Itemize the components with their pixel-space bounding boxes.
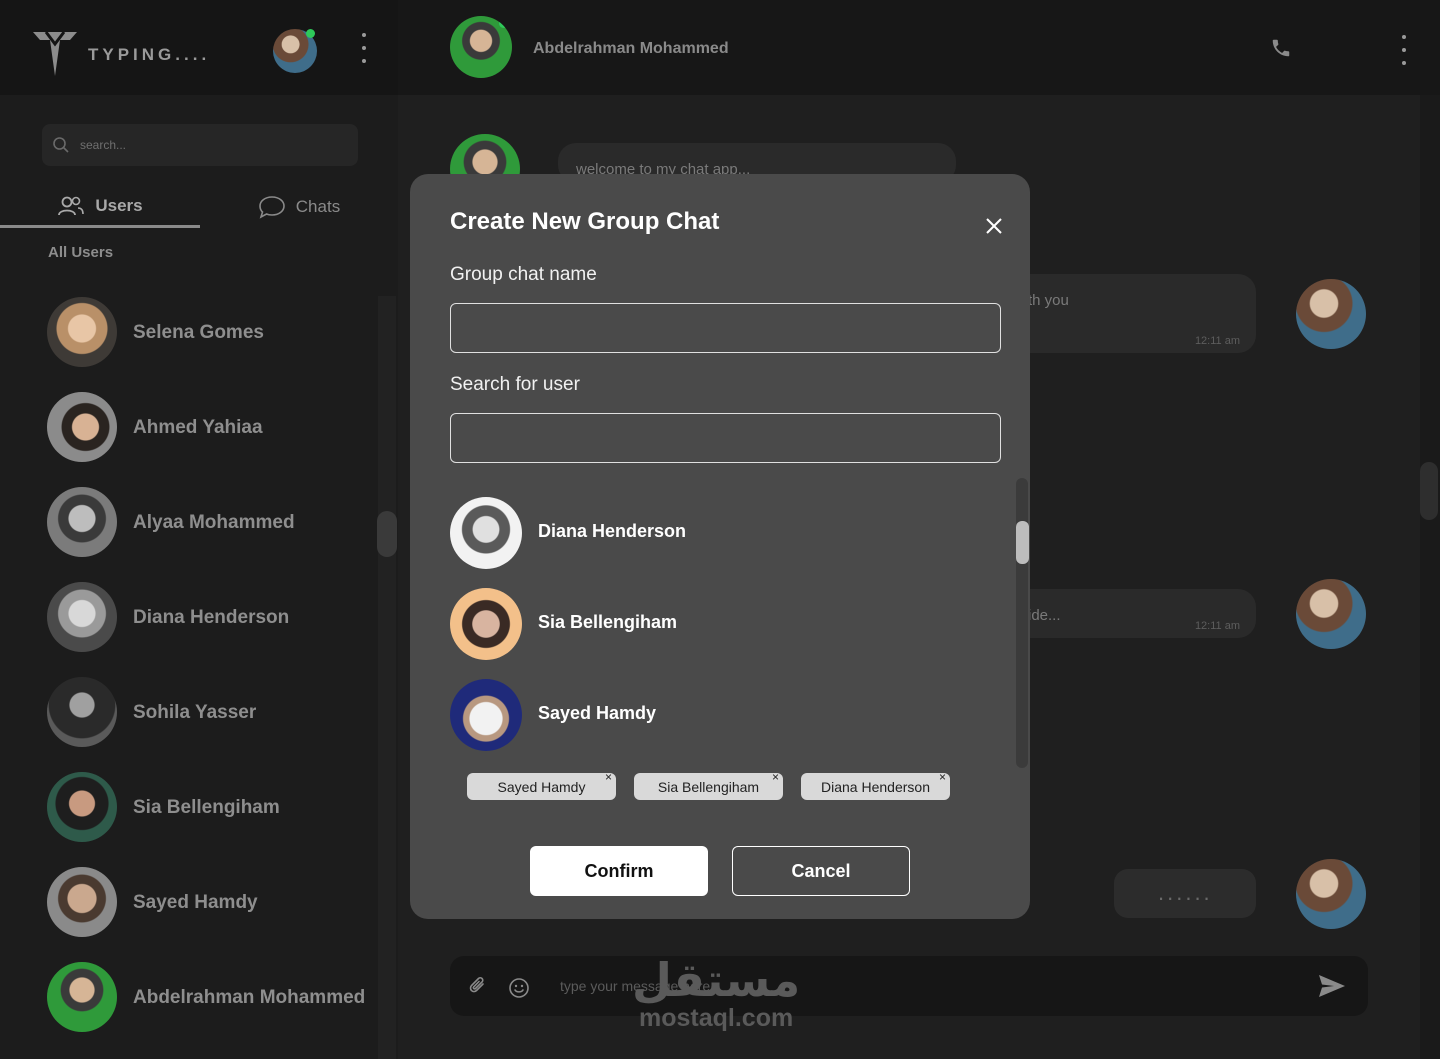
confirm-button[interactable]: Confirm	[530, 846, 708, 896]
user-name: Ahmed Yahiaa	[133, 417, 263, 438]
send-icon[interactable]	[1318, 974, 1346, 998]
emoji-icon[interactable]	[508, 977, 530, 999]
chip-remove-icon[interactable]: ×	[939, 770, 946, 784]
my-avatar[interactable]	[273, 29, 317, 73]
selected-user-chip: Sayed Hamdy ×	[467, 770, 616, 800]
avatar	[47, 677, 117, 747]
search-input[interactable]	[78, 124, 348, 166]
avatar	[47, 772, 117, 842]
tab-chats[interactable]: Chats	[200, 186, 398, 228]
contact-avatar[interactable]	[450, 16, 512, 78]
message-time: 12:11 am	[1194, 335, 1240, 347]
cancel-button[interactable]: Cancel	[732, 846, 910, 896]
chat-scroll-thumb[interactable]	[1420, 462, 1438, 520]
avatar	[450, 497, 522, 569]
user-name: Abdelrahman Mohammed	[133, 987, 366, 1008]
search-result-sia-bellengiham[interactable]: Sia Bellengiham	[450, 583, 970, 663]
receiver-avatar	[1296, 579, 1366, 649]
message-time: 12:11 am	[1194, 620, 1240, 632]
user-item-selena-gomes[interactable]: Selena Gomes	[0, 286, 378, 381]
avatar	[47, 962, 117, 1032]
all-users-heading: All Users	[48, 244, 114, 261]
phone-icon[interactable]	[1270, 37, 1292, 59]
message-text: th you	[1028, 292, 1069, 309]
chat-bubble-icon	[258, 196, 285, 219]
sidebar: TYPING.... Users Chats All Users Selen	[0, 0, 398, 1059]
user-item-sayed-hamdy[interactable]: Sayed Hamdy	[0, 856, 378, 951]
chip-label: Diana Henderson	[821, 778, 930, 795]
logo-icon	[33, 31, 77, 76]
message-text: ide...	[1028, 607, 1061, 624]
online-indicator	[306, 29, 315, 38]
message-input[interactable]	[558, 956, 1298, 1016]
user-name: Diana Henderson	[133, 607, 290, 628]
result-name: Sayed Hamdy	[538, 703, 657, 723]
close-icon[interactable]	[984, 216, 1004, 236]
search-result-sayed-hamdy[interactable]: Sayed Hamdy	[450, 674, 970, 754]
sidebar-scroll-thumb[interactable]	[377, 511, 397, 557]
user-item-sohila-yasser[interactable]: Sohila Yasser	[0, 666, 378, 761]
user-list: Selena Gomes Ahmed Yahiaa Alyaa Mohammed…	[0, 286, 378, 1046]
message-bubble: th you 12:11 am	[1010, 274, 1256, 353]
search-user-input[interactable]	[450, 413, 1001, 463]
avatar	[47, 867, 117, 937]
avatar	[47, 297, 117, 367]
tab-users[interactable]: Users	[0, 186, 200, 228]
result-name: Diana Henderson	[538, 521, 687, 541]
avatar	[450, 588, 522, 660]
message-bubble: ide... 12:11 am	[1010, 589, 1256, 638]
users-icon	[58, 196, 85, 215]
user-item-sia-bellengiham[interactable]: Sia Bellengiham	[0, 761, 378, 856]
user-name: Sohila Yasser	[133, 702, 257, 723]
chip-remove-icon[interactable]: ×	[605, 770, 612, 784]
user-item-alyaa-mohammed[interactable]: Alyaa Mohammed	[0, 476, 378, 571]
user-item-abdelrahman-mohammed[interactable]: Abdelrahman Mohammed	[0, 951, 378, 1046]
brand-name: TYPING....	[88, 45, 211, 64]
message-composer	[450, 956, 1368, 1016]
search-user-label: Search for user	[450, 374, 580, 395]
attach-icon[interactable]	[468, 975, 488, 997]
modal-title: Create New Group Chat	[450, 208, 720, 235]
chip-remove-icon[interactable]: ×	[772, 770, 779, 784]
avatar	[450, 679, 522, 751]
user-item-ahmed-yahiaa[interactable]: Ahmed Yahiaa	[0, 381, 378, 476]
sidebar-menu-icon[interactable]	[361, 33, 367, 63]
user-name: Sia Bellengiham	[133, 797, 280, 818]
contact-name: Abdelrahman Mohammed	[533, 40, 729, 57]
sidebar-scrollbar[interactable]	[378, 296, 396, 1059]
avatar	[47, 392, 117, 462]
search-box	[42, 124, 358, 166]
avatar	[47, 487, 117, 557]
sidebar-header: TYPING....	[0, 0, 398, 95]
chat-menu-icon[interactable]	[1401, 35, 1407, 65]
tab-users-label: Users	[95, 195, 143, 215]
result-name: Sia Bellengiham	[538, 612, 678, 632]
user-name: Alyaa Mohammed	[133, 512, 295, 533]
group-name-input[interactable]	[450, 303, 1001, 353]
receiver-avatar	[1296, 859, 1366, 929]
typing-indicator: ......	[1114, 869, 1256, 918]
modal-scroll-thumb[interactable]	[1016, 521, 1029, 564]
selected-user-chip: Sia Bellengiham ×	[634, 770, 783, 800]
user-name: Sayed Hamdy	[133, 892, 258, 913]
user-name: Selena Gomes	[133, 322, 264, 343]
search-result-diana-henderson[interactable]: Diana Henderson	[450, 492, 970, 572]
selected-user-chip: Diana Henderson ×	[801, 770, 950, 800]
typing-dots: ......	[1158, 880, 1213, 905]
search-icon	[53, 137, 69, 153]
chip-label: Sia Bellengiham	[657, 778, 760, 795]
tab-chats-label: Chats	[295, 197, 341, 216]
avatar	[47, 582, 117, 652]
chat-header: Abdelrahman Mohammed	[398, 0, 1440, 95]
chip-label: Sayed Hamdy	[497, 778, 586, 795]
receiver-avatar	[1296, 279, 1366, 349]
create-group-modal: Create New Group Chat Group chat name Se…	[410, 174, 1030, 919]
group-name-label: Group chat name	[450, 264, 597, 285]
user-item-diana-henderson[interactable]: Diana Henderson	[0, 571, 378, 666]
online-indicator	[499, 19, 508, 28]
